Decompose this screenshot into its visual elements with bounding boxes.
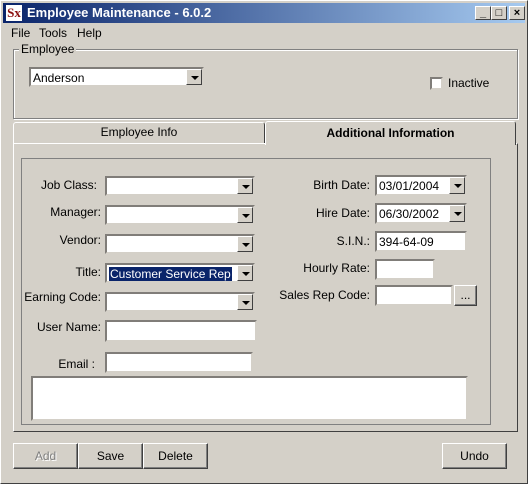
chevron-down-icon[interactable] [237,236,253,252]
hourly-rate-input[interactable] [375,259,435,280]
inactive-checkbox[interactable] [430,77,443,90]
tab-additional-information[interactable]: Additional Information [265,121,516,145]
hire-date-label: Hire Date: [315,206,370,220]
tab-employee-info[interactable]: Employee Info [13,122,265,144]
chevron-down-icon[interactable] [449,205,465,222]
minimize-button[interactable]: _ [475,6,491,20]
chevron-down-icon[interactable] [237,178,253,194]
notes-textarea[interactable] [31,376,468,421]
vendor-label: Vendor: [59,233,101,247]
sales-rep-browse-button[interactable]: ... [454,285,477,306]
email-input[interactable] [105,352,253,373]
sin-input[interactable]: 394-64-09 [375,231,467,252]
job-class-label: Job Class: [40,178,97,192]
menu-bar: File Tools Help [3,24,525,42]
menu-file[interactable]: File [11,25,30,41]
birth-date-picker[interactable]: 03/01/2004 [375,175,467,196]
earning-code-combobox[interactable] [105,292,255,312]
title-label: Title: [75,265,101,279]
title-combobox[interactable]: Customer Service Rep [105,263,255,283]
vendor-combobox[interactable] [105,234,255,254]
maximize-button[interactable]: □ [491,6,507,20]
app-icon: Sx [6,5,22,21]
title-bar[interactable]: Sx Employee Maintenance - 6.0.2 _ □ × [3,3,525,23]
hire-date-picker[interactable]: 06/30/2002 [375,203,467,224]
add-button[interactable]: Add [13,443,78,469]
chevron-down-icon[interactable] [186,69,202,85]
delete-button[interactable]: Delete [143,443,208,469]
hourly-rate-label: Hourly Rate: [303,261,370,275]
sin-label: S.I.N.: [336,234,370,248]
employee-combobox[interactable]: Anderson [29,67,204,87]
sales-rep-code-label: Sales Rep Code: [279,288,370,302]
earning-code-label: Earning Code: [24,290,101,304]
sales-rep-code-input[interactable] [375,285,453,306]
user-name-label: User Name: [36,320,101,334]
employee-combobox-value: Anderson [33,71,85,85]
employee-maintenance-window: Sx Employee Maintenance - 6.0.2 _ □ × Fi… [0,0,528,484]
chevron-down-icon[interactable] [449,177,465,194]
menu-help[interactable]: Help [77,25,102,41]
birth-date-label: Birth Date: [313,178,370,192]
employee-group-legend: Employee [19,42,77,56]
job-class-combobox[interactable] [105,176,255,196]
menu-tools[interactable]: Tools [39,25,67,41]
inactive-label: Inactive [448,76,490,90]
email-label: Email : [58,357,95,371]
manager-label: Manager: [50,205,101,219]
manager-combobox[interactable] [105,205,255,225]
save-button[interactable]: Save [78,443,143,469]
user-name-input[interactable] [105,320,257,342]
undo-button[interactable]: Undo [442,443,507,469]
chevron-down-icon[interactable] [237,265,253,281]
title-selected-value: Customer Service Rep [109,267,232,281]
chevron-down-icon[interactable] [237,207,253,223]
chevron-down-icon[interactable] [237,294,253,310]
close-button[interactable]: × [509,6,525,20]
window-title: Employee Maintenance - 6.0.2 [27,5,212,20]
